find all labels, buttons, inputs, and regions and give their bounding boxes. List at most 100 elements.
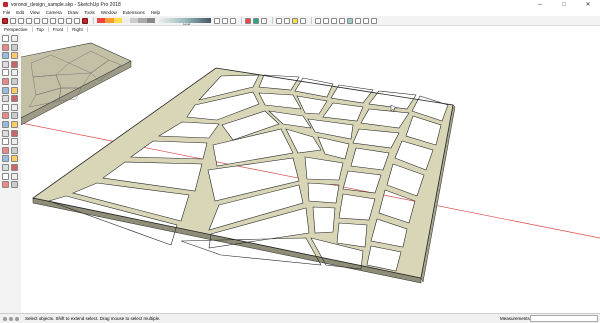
line-icon[interactable] xyxy=(2,52,9,60)
paint-icon[interactable] xyxy=(11,43,18,51)
xray-icon[interactable] xyxy=(363,17,369,24)
circle-icon[interactable] xyxy=(2,69,9,77)
pan-icon[interactable] xyxy=(11,138,18,146)
menu-tools[interactable]: Tools xyxy=(81,10,98,15)
toolbar-separator xyxy=(93,17,94,24)
erase-icon[interactable] xyxy=(50,17,56,24)
status-icons xyxy=(3,316,21,321)
menu-extensions[interactable]: Extensions xyxy=(120,10,148,15)
menu-window[interactable]: Window xyxy=(98,10,120,15)
protractor-icon[interactable] xyxy=(2,121,9,128)
copy-icon[interactable] xyxy=(34,17,40,24)
layout-icon[interactable] xyxy=(261,17,267,24)
left-view-icon[interactable] xyxy=(355,17,361,24)
polygon-icon[interactable] xyxy=(11,69,18,77)
model-canvas[interactable] xyxy=(21,33,600,313)
zoom-extents-icon[interactable] xyxy=(2,155,9,163)
freehand-icon[interactable] xyxy=(11,52,18,60)
iso-view-icon[interactable] xyxy=(315,17,321,24)
previous-icon[interactable] xyxy=(11,155,18,163)
window-controls: ─ □ ✕ xyxy=(528,0,600,9)
main-toolbar: Level xyxy=(0,16,600,26)
toolbar-separator xyxy=(272,17,273,24)
credits-icon[interactable] xyxy=(9,316,13,321)
zoom-window-icon[interactable] xyxy=(11,146,18,154)
ruler-color-strip[interactable] xyxy=(97,18,155,23)
open-icon[interactable] xyxy=(10,17,16,24)
push-pull-icon[interactable] xyxy=(284,17,290,24)
model-viewport[interactable] xyxy=(21,33,600,313)
axes-icon[interactable] xyxy=(2,129,9,137)
text-icon[interactable] xyxy=(11,121,18,128)
warehouse-icon[interactable] xyxy=(2,181,9,189)
position-camera-icon[interactable] xyxy=(2,164,9,171)
warehouse-icon[interactable] xyxy=(245,17,251,24)
extension-warehouse-icon[interactable] xyxy=(253,17,259,24)
orbit-icon[interactable] xyxy=(2,138,9,146)
left-toolbar xyxy=(0,33,22,313)
sandbox-icon[interactable] xyxy=(214,17,220,24)
model-info-icon[interactable] xyxy=(82,17,88,24)
tape-icon[interactable] xyxy=(2,112,9,120)
cut-icon[interactable] xyxy=(26,17,32,24)
help-icon[interactable] xyxy=(15,316,19,321)
tab-front[interactable]: Front xyxy=(49,26,69,32)
zoom-icon[interactable] xyxy=(2,146,9,154)
tab-perspective[interactable]: Perspective xyxy=(0,26,33,32)
extension-icon[interactable] xyxy=(11,181,18,189)
menu-camera[interactable]: Camera xyxy=(43,10,65,15)
select-icon[interactable] xyxy=(2,35,9,42)
geo-location-icon[interactable] xyxy=(3,316,7,321)
paste-icon[interactable] xyxy=(42,17,48,24)
pie-icon[interactable] xyxy=(11,78,18,85)
grid-frame-face[interactable] xyxy=(21,33,600,313)
measurements-input[interactable] xyxy=(530,315,598,322)
rectangle-icon[interactable] xyxy=(2,60,9,68)
pushpull-icon[interactable] xyxy=(2,86,9,94)
maximize-button[interactable]: □ xyxy=(552,0,576,9)
section-icon[interactable] xyxy=(11,172,18,180)
menu-edit[interactable]: Edit xyxy=(13,10,27,15)
toolbar-separator xyxy=(311,17,312,24)
front-view-icon[interactable] xyxy=(331,17,337,24)
menu-view[interactable]: View xyxy=(27,10,43,15)
scale-icon[interactable] xyxy=(2,103,9,111)
move-tool-icon[interactable] xyxy=(276,17,282,24)
eraser-icon[interactable] xyxy=(2,43,9,51)
right-view-icon[interactable] xyxy=(339,17,345,24)
dimension-icon[interactable] xyxy=(11,112,18,120)
status-bar: Select objects. Shift to extend select. … xyxy=(0,313,600,323)
save-icon[interactable] xyxy=(18,17,24,24)
redo-icon[interactable] xyxy=(66,17,72,24)
3dtext-icon[interactable] xyxy=(11,129,18,137)
rotate-icon[interactable] xyxy=(11,95,18,103)
tab-right[interactable]: Right xyxy=(68,26,88,32)
offset-icon[interactable] xyxy=(11,103,18,111)
move-icon[interactable] xyxy=(2,95,9,103)
rotated-rect-icon[interactable] xyxy=(11,60,18,68)
component-icon[interactable] xyxy=(11,35,18,42)
followme-icon[interactable] xyxy=(11,86,18,94)
terrain-icon[interactable] xyxy=(222,17,228,24)
menu-file[interactable]: File xyxy=(0,10,13,15)
menu-draw[interactable]: Draw xyxy=(65,10,82,15)
measurements-label: Measurements xyxy=(500,316,530,321)
level-gradient[interactable]: Level xyxy=(159,18,214,26)
styles-icon[interactable] xyxy=(230,17,236,24)
minimize-button[interactable]: ─ xyxy=(528,0,552,9)
close-button[interactable]: ✕ xyxy=(576,0,600,9)
top-view-icon[interactable] xyxy=(323,17,329,24)
menu-bar: File Edit View Camera Draw Tools Window … xyxy=(0,9,600,16)
paint-bucket-icon[interactable] xyxy=(292,17,298,24)
wireframe-icon[interactable] xyxy=(371,17,377,24)
tab-top[interactable]: Top xyxy=(33,26,49,32)
tape-measure-icon[interactable] xyxy=(300,17,306,24)
new-file-icon[interactable] xyxy=(2,17,8,24)
menu-help[interactable]: Help xyxy=(148,10,163,15)
walk-icon[interactable] xyxy=(11,164,18,171)
arc-icon[interactable] xyxy=(2,78,9,85)
look-around-icon[interactable] xyxy=(2,172,9,180)
print-icon[interactable] xyxy=(74,17,80,24)
undo-icon[interactable] xyxy=(58,17,64,24)
back-view-icon[interactable] xyxy=(347,17,353,24)
